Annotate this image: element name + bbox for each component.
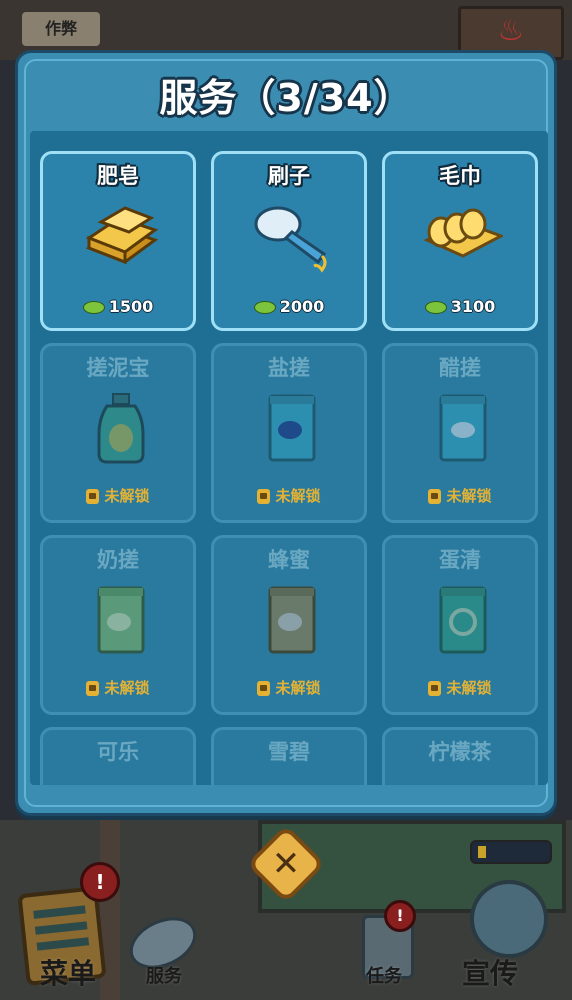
bottle-icon — [97, 393, 145, 464]
service-label[interactable]: 服务 — [146, 962, 182, 988]
card-name: 醋搓 — [439, 356, 481, 380]
close-icon: ✕ — [271, 844, 301, 884]
card-name: 肥皂 — [97, 164, 139, 188]
lock-status: 未解锁 — [385, 485, 535, 506]
price-value: 3100 — [450, 297, 496, 316]
lock-text: 未解锁 — [104, 679, 150, 697]
card-name: 蛋清 — [439, 548, 481, 572]
lock-status: 未解锁 — [214, 485, 364, 506]
service-card-egg-scrub[interactable]: 蛋清 未解锁 — [382, 535, 538, 715]
lock-icon — [86, 681, 100, 696]
lock-icon — [86, 489, 100, 504]
menu-label[interactable]: 菜单 — [40, 952, 96, 992]
service-card-towel[interactable]: 毛巾 3100 — [382, 151, 538, 331]
lock-text: 未解锁 — [275, 679, 321, 697]
card-name: 奶搓 — [97, 548, 139, 572]
card-name: 可乐 — [97, 740, 139, 764]
service-card-soap[interactable]: 肥皂 1500 — [40, 151, 196, 331]
service-card-lemon-tea[interactable]: 柠檬茶 — [382, 727, 538, 785]
promo-label[interactable]: 宣传 — [462, 952, 518, 992]
lock-status: 未解锁 — [43, 677, 193, 698]
service-card-cola[interactable]: 可乐 — [40, 727, 196, 785]
lock-status: 未解锁 — [385, 677, 535, 698]
price-value: 1500 — [108, 297, 154, 316]
card-name: 雪碧 — [268, 740, 310, 764]
lock-icon — [428, 489, 442, 504]
lock-icon — [257, 681, 271, 696]
honey-pack-icon — [268, 586, 316, 654]
background-progress-bar — [470, 840, 552, 864]
service-card-brush[interactable]: 刷子 2000 — [211, 151, 367, 331]
towel-icon — [423, 208, 503, 258]
soap-icon — [85, 206, 159, 265]
card-name: 搓泥宝 — [86, 356, 150, 380]
service-card-milk-scrub[interactable]: 奶搓 未解锁 — [40, 535, 196, 715]
lock-status: 未解锁 — [214, 677, 364, 698]
card-price: 1500 — [43, 297, 193, 316]
service-modal: 服务（3/34） 肥皂 1500 刷子 2000 毛巾 3100 搓泥宝 未解锁… — [15, 50, 557, 816]
card-name: 盐搓 — [268, 356, 310, 380]
menu-alert-icon: ! — [80, 862, 120, 902]
task-label[interactable]: 任务 — [366, 962, 402, 988]
salt-pack-icon — [268, 394, 316, 462]
cheat-sign[interactable]: 作弊 — [22, 12, 100, 46]
modal-title: 服务（3/34） — [159, 76, 413, 120]
card-price: 3100 — [385, 297, 535, 316]
brush-icon — [254, 206, 327, 273]
task-alert-icon: ! — [384, 900, 416, 932]
lock-text: 未解锁 — [275, 487, 321, 505]
price-value: 2000 — [279, 297, 325, 316]
card-price: 2000 — [214, 297, 364, 316]
coin-icon — [253, 301, 276, 314]
vinegar-pack-icon — [439, 394, 487, 462]
service-card-scrub-bottle[interactable]: 搓泥宝 未解锁 — [40, 343, 196, 523]
lock-icon — [428, 681, 442, 696]
lock-text: 未解锁 — [104, 487, 150, 505]
card-name: 柠檬茶 — [428, 740, 492, 764]
card-name: 刷子 — [268, 164, 310, 188]
service-card-sprite[interactable]: 雪碧 — [211, 727, 367, 785]
service-card-honey-scrub[interactable]: 蜂蜜 未解锁 — [211, 535, 367, 715]
card-name: 蜂蜜 — [268, 548, 310, 572]
service-card-salt-scrub[interactable]: 盐搓 未解锁 — [211, 343, 367, 523]
megaphone-icon[interactable] — [470, 880, 548, 958]
lock-text: 未解锁 — [446, 487, 492, 505]
lock-text: 未解锁 — [446, 679, 492, 697]
lock-icon — [257, 489, 271, 504]
milk-pack-icon — [97, 586, 145, 654]
egg-pack-icon — [439, 586, 487, 654]
coin-icon — [424, 301, 447, 314]
lock-status: 未解锁 — [43, 485, 193, 506]
card-name: 毛巾 — [439, 164, 481, 188]
coin-icon — [82, 301, 105, 314]
service-card-vinegar-scrub[interactable]: 醋搓 未解锁 — [382, 343, 538, 523]
service-grid[interactable]: 肥皂 1500 刷子 2000 毛巾 3100 搓泥宝 未解锁 盐搓 未解锁 醋… — [30, 131, 548, 785]
